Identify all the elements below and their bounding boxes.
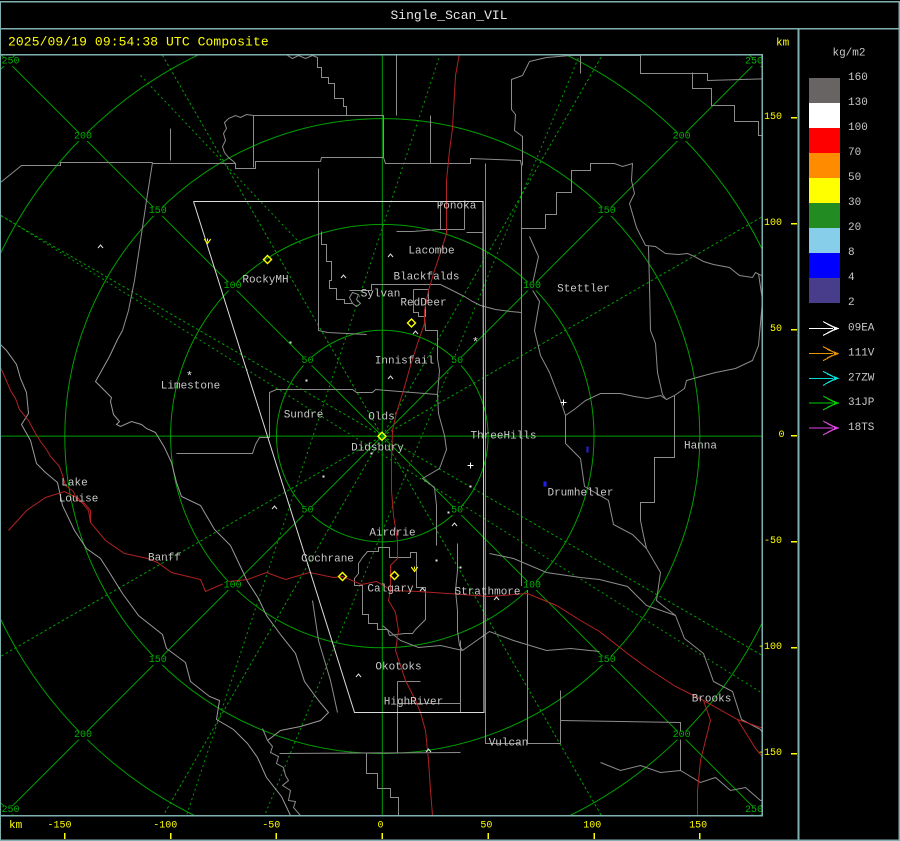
svg-text:250: 250	[1, 56, 19, 67]
svg-text:130: 130	[848, 97, 868, 109]
svg-text:km: km	[9, 820, 23, 832]
svg-text:100: 100	[848, 122, 868, 134]
svg-text:50: 50	[770, 324, 782, 335]
svg-text:150: 150	[149, 655, 167, 666]
svg-text:RockyMH: RockyMH	[242, 275, 288, 287]
svg-text:150: 150	[598, 206, 616, 217]
svg-text:100: 100	[523, 281, 541, 292]
svg-text:Innisfail: Innisfail	[375, 356, 434, 368]
svg-text:Single_Scan_VIL: Single_Scan_VIL	[390, 8, 507, 23]
svg-text:-100: -100	[758, 642, 782, 653]
svg-text:Sylvan: Sylvan	[361, 289, 401, 301]
svg-text:100: 100	[764, 218, 782, 229]
svg-text:Drumheller: Drumheller	[547, 488, 613, 500]
svg-text:Vulcan: Vulcan	[489, 738, 529, 750]
svg-text:50: 50	[848, 172, 861, 184]
svg-text:Stettler: Stettler	[557, 284, 610, 296]
svg-text:km: km	[776, 38, 790, 50]
svg-text:70: 70	[848, 147, 861, 159]
svg-text:150: 150	[598, 655, 616, 666]
svg-text:160: 160	[848, 72, 868, 84]
svg-text:200: 200	[74, 131, 92, 142]
svg-text:30: 30	[848, 197, 861, 209]
svg-text:09EA: 09EA	[848, 323, 875, 335]
svg-text:150: 150	[149, 206, 167, 217]
svg-text:Hanna: Hanna	[684, 441, 717, 453]
svg-text:Didsbury: Didsbury	[351, 443, 404, 455]
svg-text:0: 0	[778, 430, 784, 441]
svg-text:Okotoks: Okotoks	[375, 662, 421, 674]
svg-text:250: 250	[1, 805, 19, 816]
svg-text:100: 100	[583, 821, 601, 832]
svg-text:Olds: Olds	[368, 412, 394, 424]
svg-text:0: 0	[377, 821, 383, 832]
svg-text:-50: -50	[262, 821, 280, 832]
svg-text:200: 200	[673, 730, 691, 741]
svg-text:Lacombe: Lacombe	[408, 246, 454, 258]
svg-text:Brooks: Brooks	[692, 694, 732, 706]
svg-text:kg/m2: kg/m2	[832, 48, 865, 60]
svg-text:Louise: Louise	[59, 494, 99, 506]
svg-text:2: 2	[848, 297, 855, 309]
svg-text:18TS: 18TS	[848, 422, 875, 434]
svg-text:RedDeer: RedDeer	[400, 298, 446, 310]
svg-text:Ponoka: Ponoka	[437, 201, 477, 213]
svg-text:200: 200	[673, 131, 691, 142]
svg-text:150: 150	[764, 112, 782, 123]
svg-text:100: 100	[224, 580, 242, 591]
svg-text:50: 50	[480, 821, 492, 832]
svg-text:200: 200	[74, 730, 92, 741]
svg-text:-50: -50	[764, 536, 782, 547]
svg-text:250: 250	[745, 56, 763, 67]
svg-text:2025/09/19 09:54:38 UTC Compos: 2025/09/19 09:54:38 UTC Composite	[8, 35, 269, 50]
svg-text:Strathmore: Strathmore	[454, 587, 520, 599]
svg-text:*: *	[186, 370, 193, 384]
svg-text:50: 50	[301, 505, 313, 516]
svg-text:50: 50	[301, 356, 313, 367]
svg-text:50: 50	[451, 505, 463, 516]
svg-text:Sundre: Sundre	[284, 410, 324, 422]
svg-text:HighRiver: HighRiver	[384, 697, 443, 709]
svg-text:Lake: Lake	[61, 478, 87, 490]
svg-text:111V: 111V	[848, 348, 875, 360]
svg-text:ThreeHills: ThreeHills	[470, 431, 536, 443]
svg-text:8: 8	[848, 247, 855, 259]
svg-text:20: 20	[848, 222, 861, 234]
svg-text:*: *	[472, 336, 479, 350]
svg-text:100: 100	[523, 580, 541, 591]
svg-text:-100: -100	[153, 821, 177, 832]
svg-text:Airdrie: Airdrie	[369, 528, 415, 540]
svg-text:Blackfalds: Blackfalds	[393, 272, 459, 284]
svg-text:50: 50	[451, 356, 463, 367]
svg-text:31JP: 31JP	[848, 397, 875, 409]
svg-text:Calgary: Calgary	[367, 584, 414, 596]
svg-text:Banff: Banff	[148, 553, 181, 565]
svg-text:Cochrane: Cochrane	[301, 554, 354, 566]
svg-text:-150: -150	[758, 748, 782, 759]
svg-text:27ZW: 27ZW	[848, 372, 875, 384]
svg-text:4: 4	[848, 272, 855, 284]
svg-text:150: 150	[689, 821, 707, 832]
svg-text:-150: -150	[47, 821, 71, 832]
svg-text:250: 250	[745, 805, 763, 816]
svg-text:100: 100	[224, 281, 242, 292]
